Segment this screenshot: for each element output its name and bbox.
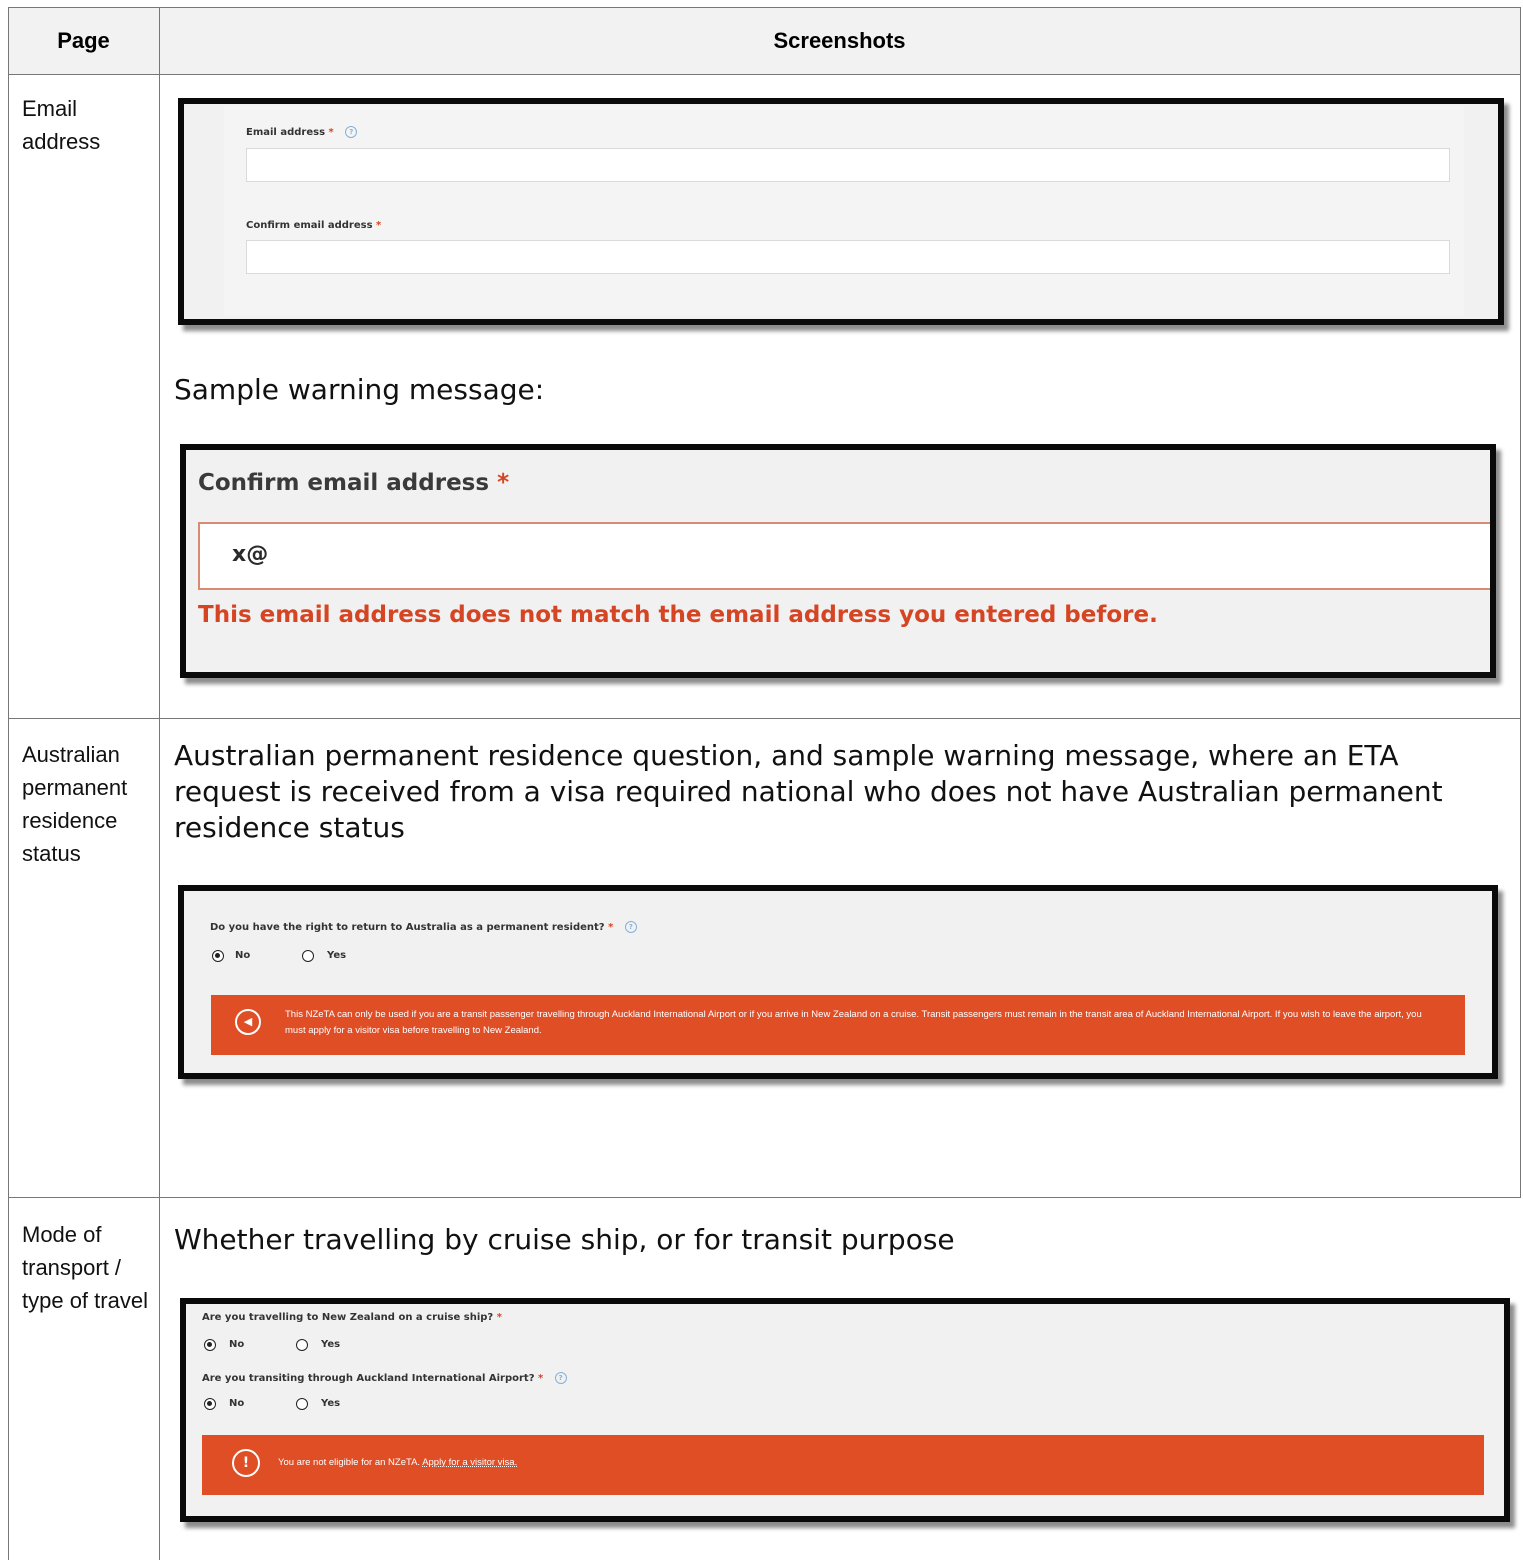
email-field[interactable] <box>246 148 1450 182</box>
transit-radio-yes-label: Yes <box>321 1398 341 1409</box>
help-icon[interactable]: ? <box>624 921 637 933</box>
transit-radio-yes[interactable] <box>296 1398 308 1410</box>
transport-caption: Whether travelling by cruise ship, or fo… <box>174 1223 955 1256</box>
confirm-email-field[interactable] <box>246 240 1450 274</box>
transit-radio-no-label: No <box>229 1398 245 1409</box>
cruise-radio-yes[interactable] <box>296 1339 308 1351</box>
transport-screenshot: Are you travelling to New Zealand on a c… <box>180 1298 1510 1522</box>
cruise-radio-no-label: No <box>229 1339 245 1350</box>
australia-caption: Australian permanent residence question,… <box>174 739 1443 844</box>
table-border <box>8 7 1521 8</box>
radio-yes-label: Yes <box>327 950 347 961</box>
radio-no[interactable] <box>212 950 224 962</box>
email-label: Email address * ? <box>246 126 358 138</box>
australia-question: Do you have the right to return to Austr… <box>210 921 637 933</box>
ineligible-text: You are not eligible for an NZeTA. Apply… <box>278 1457 518 1468</box>
column-header-page: Page <box>57 28 110 53</box>
table-border <box>1520 7 1521 1198</box>
table-border <box>8 74 1521 75</box>
table-border <box>8 7 9 1560</box>
email-screenshot: Email address * ? Confirm email address … <box>178 98 1504 325</box>
radio-yes[interactable] <box>302 950 314 962</box>
table-border <box>8 718 1521 719</box>
input-value: x@ <box>232 542 269 567</box>
visitor-visa-link[interactable]: Apply for a visitor visa. <box>422 1457 517 1468</box>
column-header-screenshots: Screenshots <box>773 28 906 53</box>
transit-radio-no[interactable] <box>204 1398 216 1410</box>
warning-screenshot: Confirm email address * x@ This email ad… <box>180 444 1496 678</box>
cruise-radio-yes-label: Yes <box>321 1339 341 1350</box>
transit-question: Are you transiting through Auckland Inte… <box>202 1372 567 1384</box>
confirm-email-warning-label: Confirm email address * <box>198 470 510 496</box>
help-icon[interactable]: ? <box>345 126 358 138</box>
confirm-email-label: Confirm email address * <box>246 220 382 231</box>
ineligible-banner: ! You are not eligible for an NZeTA. App… <box>202 1435 1484 1495</box>
radio-no-label: No <box>235 950 251 961</box>
warning-caption: Sample warning message: <box>174 373 545 406</box>
cruise-radio-no[interactable] <box>204 1339 216 1351</box>
transit-warning-banner: ◀ This NZeTA can only be used if you are… <box>211 995 1465 1055</box>
page-label-transport: Mode of transport / type of travel <box>22 1222 148 1313</box>
confirm-email-input-error[interactable]: x@ <box>198 522 1490 590</box>
help-icon[interactable]: ? <box>554 1372 567 1384</box>
page-label-australia: Australian permanent residence status <box>22 742 128 866</box>
banner-text: This NZeTA can only be used if you are a… <box>285 1009 1422 1036</box>
table-border <box>159 7 160 1560</box>
exclamation-icon: ! <box>232 1449 260 1477</box>
table-border <box>8 1197 1521 1198</box>
australia-screenshot: Do you have the right to return to Austr… <box>178 885 1498 1079</box>
megaphone-icon: ◀ <box>235 1009 261 1035</box>
error-message: This email address does not match the em… <box>198 602 1158 628</box>
page-label-email: Email address <box>22 96 101 154</box>
form-panel <box>224 106 1464 316</box>
cruise-question: Are you travelling to New Zealand on a c… <box>202 1312 502 1323</box>
